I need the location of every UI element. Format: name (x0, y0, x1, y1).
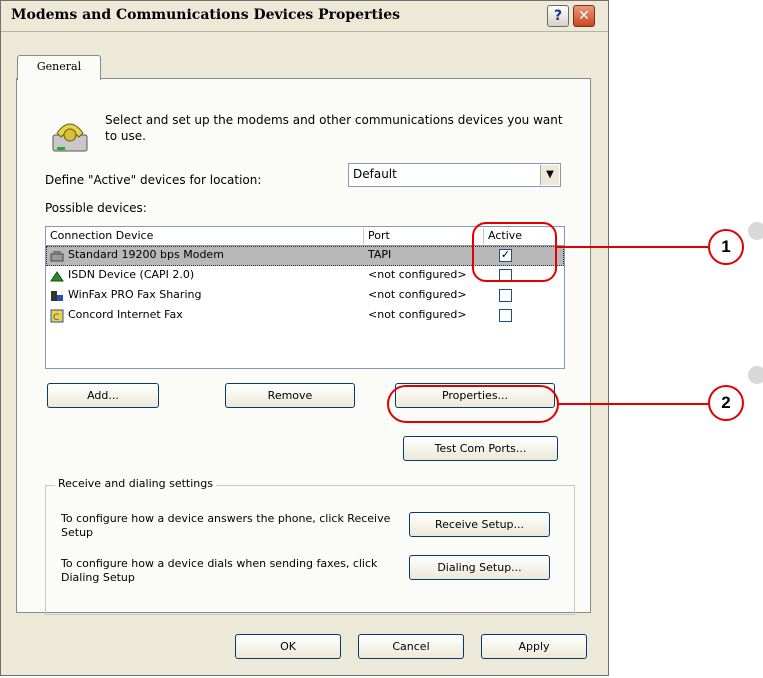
internet-fax-icon: C (50, 309, 64, 323)
window-title: Modems and Communications Devices Proper… (11, 7, 401, 23)
svg-text:C: C (53, 313, 59, 323)
column-header-device[interactable]: Connection Device (46, 228, 364, 244)
test-com-ports-button[interactable]: Test Com Ports... (403, 436, 558, 461)
callout-number-2: 2 (708, 385, 744, 421)
dialing-setup-button[interactable]: Dialing Setup... (409, 555, 550, 580)
device-name: Concord Internet Fax (68, 308, 183, 321)
device-port: TAPI (368, 248, 392, 261)
device-port: <not configured> (368, 268, 467, 281)
chevron-down-icon[interactable]: ▼ (540, 165, 559, 185)
phone-modem-icon (52, 123, 88, 152)
properties-dialog: Modems and Communications Devices Proper… (0, 0, 609, 676)
possible-devices-label: Possible devices: (45, 201, 147, 215)
device-name: WinFax PRO Fax Sharing (68, 288, 202, 301)
general-panel: Select and set up the modems and other c… (16, 78, 591, 615)
active-checkbox[interactable] (499, 289, 512, 302)
tab-general[interactable]: General (17, 55, 101, 80)
cancel-button[interactable]: Cancel (358, 634, 464, 659)
device-port: <not configured> (368, 308, 467, 321)
remove-button[interactable]: Remove (225, 383, 355, 408)
active-checkbox[interactable] (499, 309, 512, 322)
callout-shadow-2 (748, 366, 763, 384)
dialing-setup-description: To configure how a device dials when sen… (61, 557, 378, 584)
callout-number-1: 1 (708, 229, 744, 265)
device-name: Standard 19200 bps Modem (68, 248, 224, 261)
callout-shadow-1 (748, 222, 763, 240)
location-label: Define "Active" devices for location: (45, 173, 262, 187)
intro-text: Select and set up the modems and other c… (105, 113, 563, 143)
callout-ring-active (472, 222, 557, 282)
device-name: ISDN Device (CAPI 2.0) (68, 268, 195, 281)
column-header-port[interactable]: Port (364, 228, 484, 244)
fax-sharing-icon (51, 291, 63, 301)
receive-setup-button[interactable]: Receive Setup... (409, 512, 550, 537)
callout-line-2 (558, 403, 710, 405)
location-select[interactable]: Default ▼ (348, 163, 561, 187)
callout-ring-properties (387, 385, 559, 423)
device-row[interactable]: WinFax PRO Fax Sharing <not configured> (46, 286, 564, 306)
location-value: Default (353, 167, 397, 181)
receive-dialing-group (45, 485, 575, 615)
apply-button[interactable]: Apply (481, 634, 587, 659)
device-row[interactable]: C Concord Internet Fax <not configured> (46, 306, 564, 326)
receive-setup-description: To configure how a device answers the ph… (61, 512, 391, 539)
help-button[interactable]: ? (547, 5, 569, 27)
isdn-icon (50, 271, 64, 282)
close-button[interactable]: ✕ (573, 5, 595, 27)
ok-button[interactable]: OK (235, 634, 341, 659)
device-port: <not configured> (368, 288, 467, 301)
modem-icon (50, 251, 64, 262)
callout-line-1 (556, 246, 710, 248)
title-bar[interactable]: Modems and Communications Devices Proper… (1, 1, 608, 32)
receive-dialing-group-label: Receive and dialing settings (55, 477, 216, 490)
add-button[interactable]: Add... (47, 383, 159, 408)
